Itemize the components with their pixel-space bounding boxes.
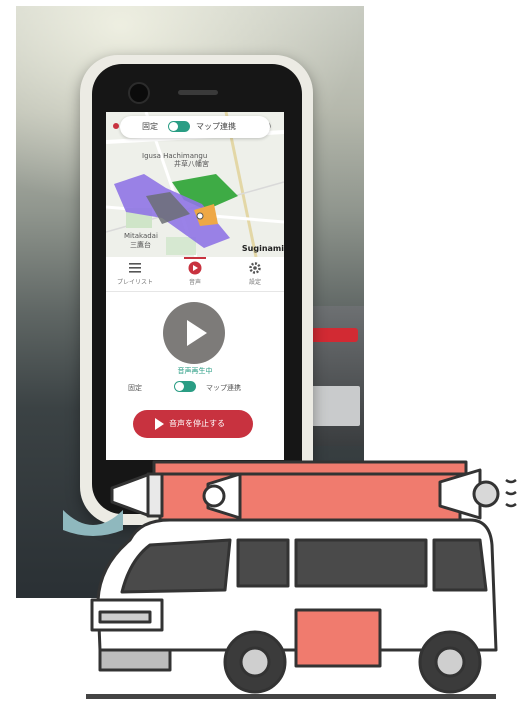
loudspeaker-van-illustration <box>86 460 517 699</box>
